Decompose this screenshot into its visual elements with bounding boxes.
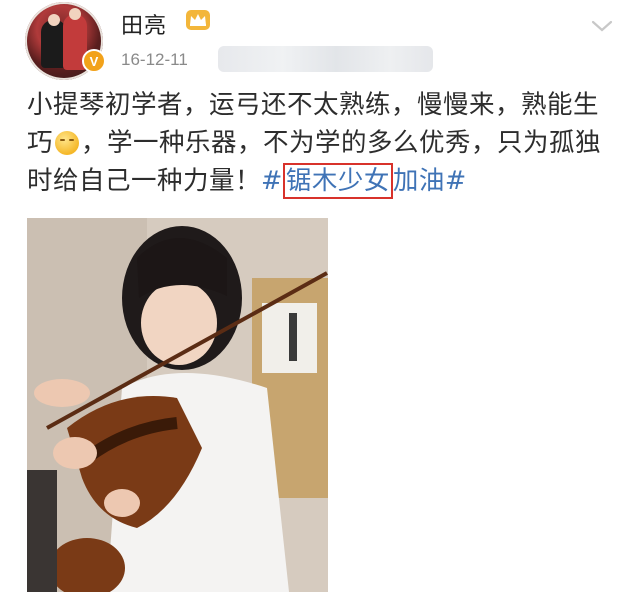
text-fragment: 巧 [27, 128, 54, 158]
more-options-button[interactable] [590, 14, 614, 38]
verified-badge-icon: V [82, 49, 106, 73]
hashtag-rest: 加油# [392, 166, 467, 196]
post-date: 16-12-11 [121, 50, 188, 69]
crown-icon-glyph [190, 14, 206, 26]
post-text: 小提琴初学者，运弓还不太熟练，慢慢来，熟能生 巧 ，学一种乐器，不为学的多么优秀，… [27, 86, 627, 200]
girl-playing-violin-photo [27, 218, 328, 592]
crown-icon[interactable] [186, 10, 210, 30]
post-text-line: 小提琴初学者，运弓还不太熟练，慢慢来，熟能生 [27, 90, 600, 120]
hashtag-link[interactable]: # 锯木少女 加油# [261, 163, 467, 199]
hashtag-open: # [261, 166, 283, 196]
post-photo[interactable] [27, 218, 328, 592]
text-fragment: ，学一种乐器，不为学的多么优秀，只为孤独 [81, 128, 602, 158]
chevron-down-icon [591, 20, 613, 32]
avatar-face [48, 14, 60, 26]
text-fragment: 时给自己一种力量！ [27, 166, 262, 196]
author-name[interactable]: 田亮 [121, 8, 167, 40]
hashtag-highlight-box: 锯木少女 [282, 163, 393, 199]
avatar-face [69, 8, 81, 20]
post-text-line: 时给自己一种力量！# 锯木少女 加油# [27, 162, 627, 200]
post-text-line: 巧 ，学一种乐器，不为学的多么优秀，只为孤独 [27, 124, 627, 162]
blurred-source-info [218, 46, 433, 72]
crying-laughing-emoji-icon [55, 131, 80, 155]
